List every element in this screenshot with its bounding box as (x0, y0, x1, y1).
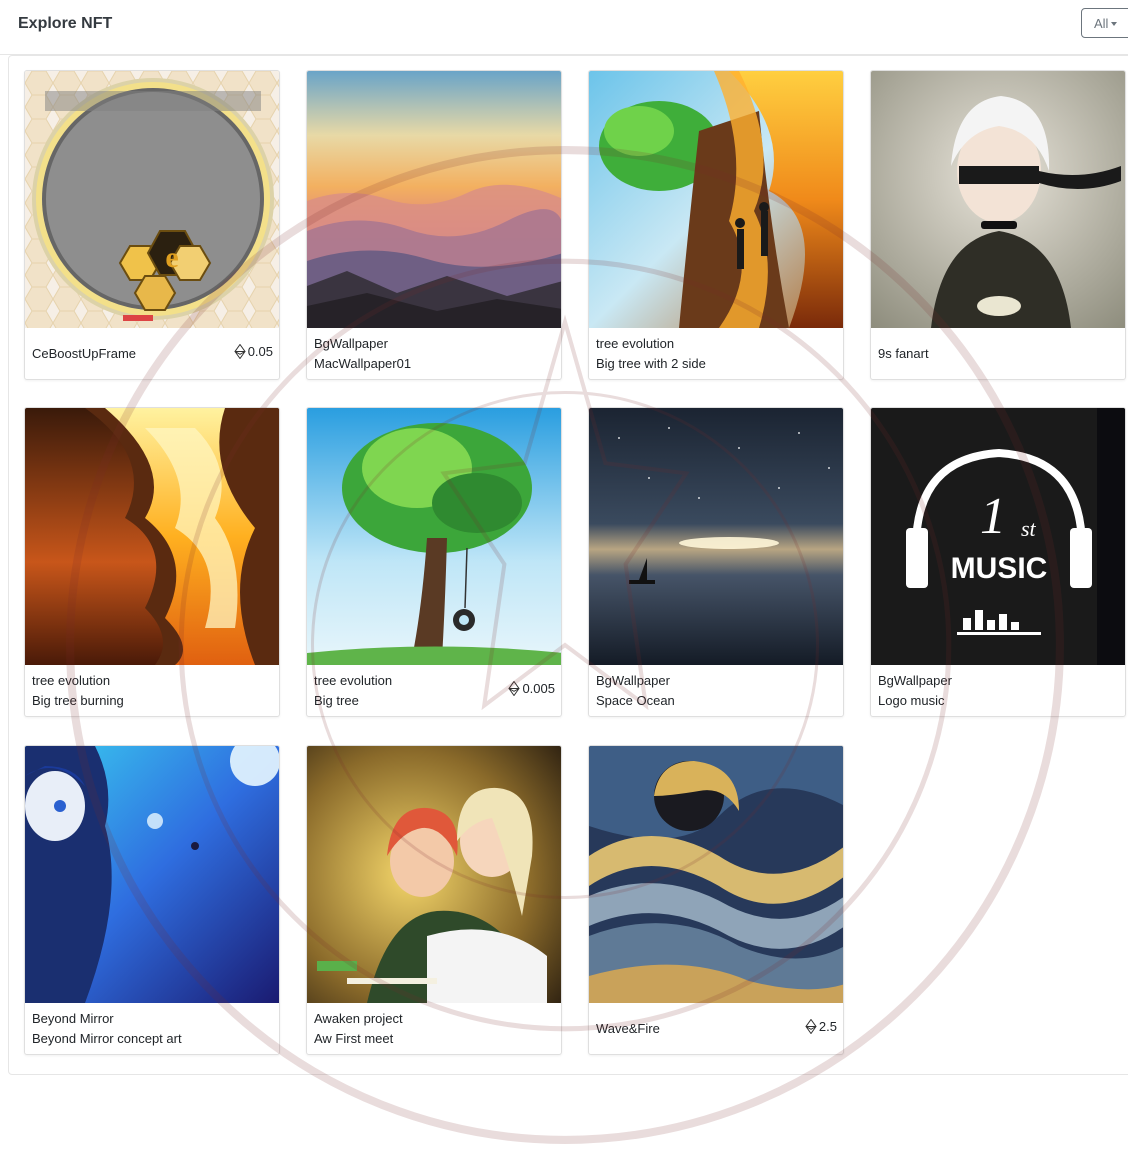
nft-price: 2.5 (805, 1019, 837, 1034)
filter-selected-value: All (1094, 16, 1109, 31)
page-title: Explore NFT (18, 15, 113, 32)
nft-card[interactable]: BgWallpaper MacWallpaper01 (306, 70, 562, 380)
nft-title: 9s fanart (878, 346, 929, 361)
nft-image-tree-fire-half (589, 71, 843, 328)
nft-card[interactable]: tree evolution Big tree burning (24, 407, 280, 717)
nft-subtitle: Big tree with 2 side (596, 356, 706, 371)
nft-subtitle: Space Ocean (596, 693, 675, 708)
nft-subtitle: Big tree (314, 693, 359, 708)
nft-card[interactable]: Beyond Mirror Beyond Mirror concept art (24, 745, 280, 1055)
nft-image-wave-fire (589, 746, 843, 1003)
nft-card[interactable]: 1 st MUSIC BgWallpaper Logo music (870, 407, 1126, 717)
ethereum-icon (508, 681, 521, 696)
nft-card-footer: tree evolution Big tree 0.005 (307, 665, 561, 716)
nft-card[interactable]: tree evolution Big tree 0.005 (306, 407, 562, 717)
nft-card-footer: tree evolution Big tree burning (25, 665, 279, 716)
svg-text:MUSIC: MUSIC (951, 552, 1048, 585)
nft-title: Wave&Fire (596, 1021, 660, 1036)
nft-image-space-ocean (589, 408, 843, 665)
nft-image-sunset-mountains (307, 71, 561, 328)
nft-price-value: 0.05 (247, 344, 273, 359)
nft-image-honeycomb-frame: e (25, 71, 279, 328)
nft-price-value: 0.005 (522, 681, 555, 696)
filter-dropdown[interactable]: All (1081, 8, 1128, 38)
nft-subtitle: Logo music (878, 693, 945, 708)
nft-image-anime-blue (25, 746, 279, 1003)
nft-card-footer: BgWallpaper MacWallpaper01 (307, 328, 561, 379)
nft-card-footer: Beyond Mirror Beyond Mirror concept art (25, 1003, 279, 1054)
svg-text:e: e (165, 241, 178, 274)
caret-down-icon (1111, 22, 1118, 26)
nft-image-anime-white-hair (871, 71, 1125, 328)
nft-title: tree evolution (314, 673, 393, 688)
nft-title: Beyond Mirror (32, 1011, 114, 1026)
nft-subtitle: Beyond Mirror concept art (32, 1031, 182, 1046)
nft-image-tree-swing (307, 408, 561, 665)
nft-title: BgWallpaper (878, 673, 952, 688)
nft-card[interactable]: tree evolution Big tree with 2 side (588, 70, 844, 380)
ethereum-icon (233, 344, 246, 359)
nft-card-footer: CeBoostUpFrame 0.05 (25, 328, 279, 379)
nft-card-footer: 9s fanart (871, 328, 1125, 379)
nft-card-footer: BgWallpaper Space Ocean (589, 665, 843, 716)
nft-card-footer: Awaken project Aw First meet (307, 1003, 561, 1054)
nft-title: BgWallpaper (596, 673, 670, 688)
nft-title: BgWallpaper (314, 336, 388, 351)
page-header: Explore NFT All (0, 0, 1128, 55)
nft-card-footer: Wave&Fire 2.5 (589, 1003, 843, 1054)
svg-text:1: 1 (980, 488, 1006, 545)
nft-price: 0.005 (508, 681, 555, 696)
nft-card[interactable]: e CeBoostUpFrame 0.05 (24, 70, 280, 380)
nft-image-music-logo: 1 st MUSIC (871, 408, 1125, 665)
nft-subtitle: MacWallpaper01 (314, 356, 412, 371)
nft-card[interactable]: Wave&Fire 2.5 (588, 745, 844, 1055)
svg-text:st: st (1021, 516, 1037, 541)
nft-price: 0.05 (233, 344, 273, 359)
nft-grid: e CeBoostUpFrame 0.05 BgWallpaper MacWal… (8, 55, 1128, 1075)
nft-subtitle: Big tree burning (32, 693, 124, 708)
nft-image-anime-couple (307, 746, 561, 1003)
nft-title: Awaken project (314, 1011, 403, 1026)
ethereum-icon (805, 1019, 817, 1034)
nft-card-footer: BgWallpaper Logo music (871, 665, 1125, 716)
nft-price-value: 2.5 (818, 1019, 837, 1034)
nft-title: tree evolution (32, 673, 111, 688)
nft-subtitle: Aw First meet (314, 1031, 394, 1046)
nft-card[interactable]: 9s fanart (870, 70, 1126, 380)
nft-card[interactable]: Awaken project Aw First meet (306, 745, 562, 1055)
nft-title: CeBoostUpFrame (32, 346, 137, 361)
nft-card-footer: tree evolution Big tree with 2 side (589, 328, 843, 379)
nft-title: tree evolution (596, 336, 675, 351)
nft-card[interactable]: BgWallpaper Space Ocean (588, 407, 844, 717)
nft-image-tree-burning (25, 408, 279, 665)
